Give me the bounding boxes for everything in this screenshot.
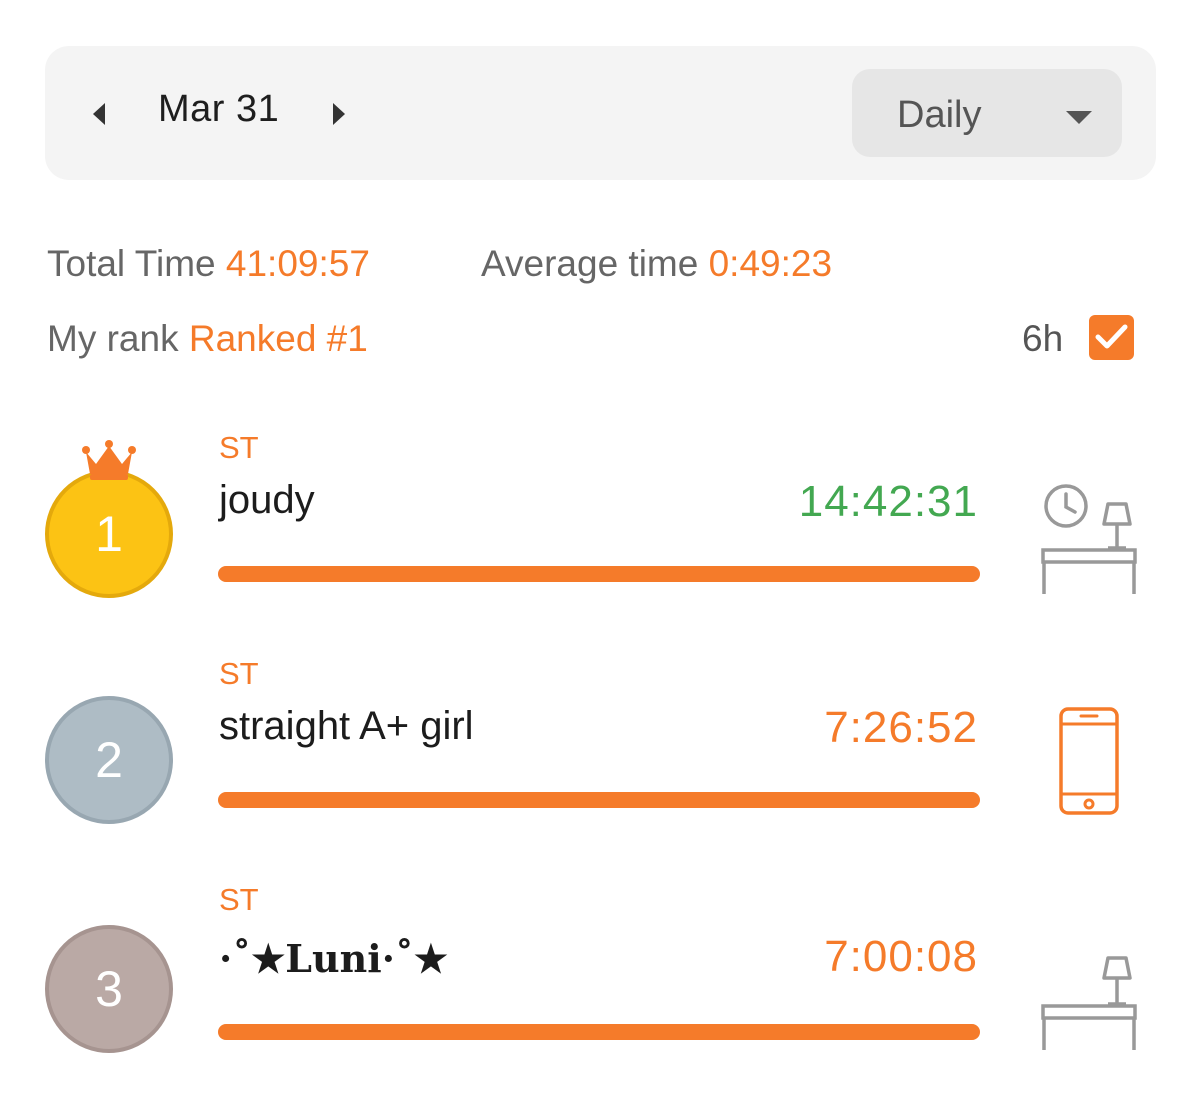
progress-bar-fill [218,1024,980,1040]
phone-icon [1059,707,1119,815]
entry-tag: ST [219,882,259,917]
total-time-label: Total Time [47,243,216,284]
entry-name: joudy [219,478,315,522]
current-date: Mar 31 [158,88,280,130]
period-dropdown[interactable]: Daily [852,69,1122,157]
rank-number: 1 [95,506,123,562]
entry-time: 14:42:31 [798,477,978,526]
period-selected-value: Daily [897,94,982,136]
my-rank-stat: My rank Ranked #1 [47,318,368,360]
caret-down-icon [1066,111,1092,124]
my-rank-label: My rank [47,318,179,359]
next-date-button[interactable] [326,100,352,128]
desk-lamp-icon [1041,956,1137,1050]
average-time-stat: Average time 0:49:23 [481,243,832,285]
hours-filter-label: 6h [1022,318,1064,359]
caret-right-icon [333,103,345,125]
hours-filter-checkbox[interactable] [1089,315,1134,360]
entry-tag: ST [219,656,259,691]
entry-time: 7:26:52 [824,703,978,752]
my-rank-value: Ranked #1 [188,318,368,359]
progress-bar-fill [218,792,980,808]
prev-date-button[interactable] [88,100,114,128]
total-time-stat: Total Time 41:09:57 [47,243,370,285]
entry-name: ·˚★Luni·˚★ [219,936,449,981]
average-time-label: Average time [481,243,699,284]
caret-left-icon [93,103,105,125]
checkmark-icon [1095,324,1128,349]
crown-icon [82,440,136,480]
rank-number: 3 [95,961,123,1017]
average-time-value: 0:49:23 [708,243,833,284]
progress-bar-fill [218,566,980,582]
rank-number: 2 [95,732,123,788]
desk-clock-lamp-icon [1041,484,1137,594]
rank-badge-gold: 1 [45,470,173,598]
progress-bar [218,566,980,582]
progress-bar [218,792,980,808]
progress-bar [218,1024,980,1040]
entry-tag: ST [219,430,259,465]
entry-name: straight A+ girl [219,704,474,748]
rank-badge-bronze: 3 [45,925,173,1053]
total-time-value: 41:09:57 [225,243,370,284]
rank-badge-silver: 2 [45,696,173,824]
entry-time: 7:00:08 [824,932,978,981]
